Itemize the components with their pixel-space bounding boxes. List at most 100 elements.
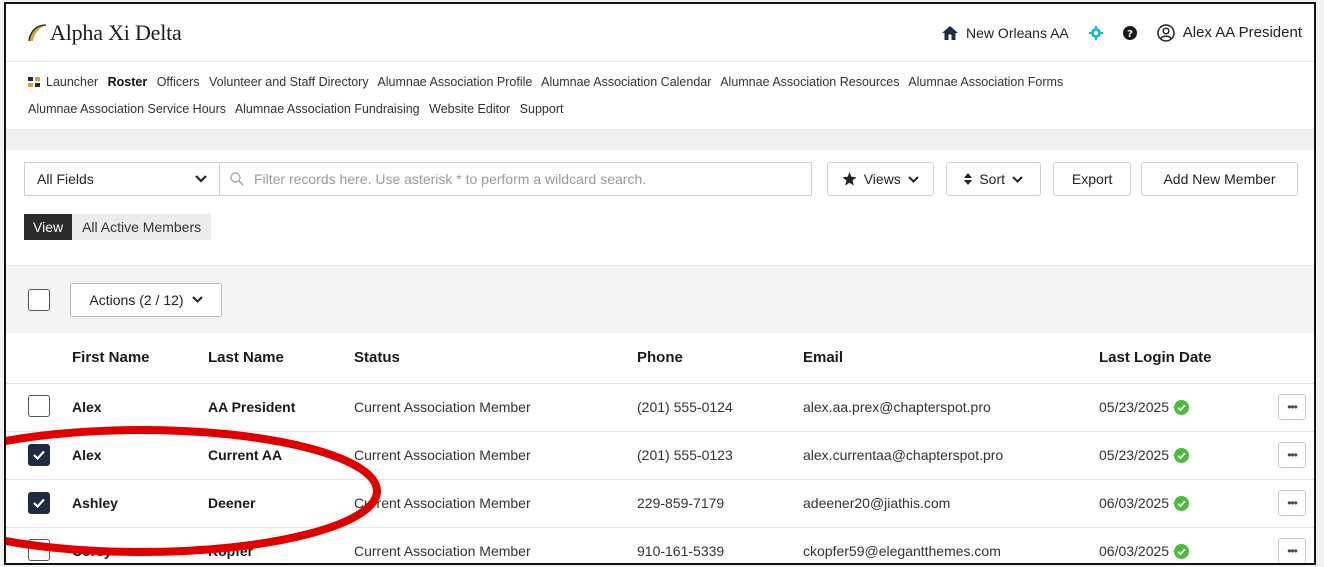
header-last-name[interactable]: Last Name [208,333,354,384]
nav-fundraising[interactable]: Alumnae Association Fundraising [235,102,420,116]
cell-first-name: Ashley [72,479,208,528]
search-input[interactable] [253,171,784,187]
row-checkbox[interactable] [28,394,50,417]
header-actions: New Orleans AA ? Alex AA President [942,23,1302,42]
nav-association-forms[interactable]: Alumnae Association Forms [908,75,1063,89]
actions-dropdown[interactable]: Actions (2 / 12) [70,282,222,317]
cell-email[interactable]: alex.currentaa@chapterspot.pro [803,431,1099,480]
sort-label: Sort [979,171,1006,187]
cell-last-login: 05/23/2025 [1099,447,1170,463]
table-row[interactable]: Ashley Deener Current Association Member… [6,479,1314,528]
cell-status: Current Association Member [354,527,637,563]
chevron-down-icon [908,175,919,183]
actions-label: Actions (2 / 12) [89,291,184,308]
main-nav: Launcher Roster Officers Volunteer and S… [6,62,1314,130]
brand-logo[interactable]: Alpha Xi Delta [26,20,182,46]
row-more-button[interactable]: ••• [1278,394,1306,420]
nav-association-profile[interactable]: Alumnae Association Profile [377,75,532,89]
cell-last-login: 05/23/2025 [1099,399,1170,415]
cell-last-login: 06/03/2025 [1099,495,1170,511]
svg-text:?: ? [1127,29,1133,40]
nav-label: Launcher [46,75,99,89]
nav-launcher[interactable]: Launcher [28,75,98,89]
gear-icon[interactable] [1088,25,1103,40]
launcher-grid-icon [28,77,40,87]
views-button[interactable]: Views [826,162,934,196]
nav-association-calendar[interactable]: Alumnae Association Calendar [541,75,711,89]
nav-roster[interactable]: Roster [108,75,148,89]
roster-toolbar: All Fields Views Sort Export Add New Mem… [6,150,1314,265]
table-row[interactable]: Alex AA President Current Association Me… [6,383,1314,432]
field-select[interactable]: All Fields [24,162,219,196]
header-status[interactable]: Status [354,333,637,384]
chevron-down-icon [191,296,203,303]
view-tag: View [24,214,73,240]
checkmark-icon [33,450,45,460]
select-all-checkbox[interactable] [28,288,50,311]
cell-last-name: Kopfer [208,527,354,563]
nav-directory[interactable]: Volunteer and Staff Directory [209,75,369,89]
bulk-actions-bar: Actions (2 / 12) [6,265,1314,333]
chapter-switcher[interactable]: New Orleans AA [942,25,1069,41]
cell-first-name: Corey [72,527,208,563]
row-checkbox[interactable] [28,538,50,561]
section-divider [6,130,1314,150]
nav-officers[interactable]: Officers [157,75,200,89]
nav-website-editor[interactable]: Website Editor [429,102,510,116]
check-circle-icon [1174,495,1190,511]
header-phone[interactable]: Phone [637,333,803,384]
nav-service-hours[interactable]: Alumnae Association Service Hours [28,102,226,116]
app-frame: Alpha Xi Delta New Orleans AA ? Alex AA … [4,2,1316,565]
cell-last-login: 06/03/2025 [1099,543,1170,559]
header-first-name[interactable]: First Name [72,333,208,384]
row-checkbox[interactable] [28,492,50,514]
row-more-button[interactable]: ••• [1278,442,1306,468]
search-icon [230,172,244,186]
check-circle-icon [1174,543,1190,559]
cell-email[interactable]: ckopfer59@elegantthemes.com [803,527,1099,563]
view-name[interactable]: All Active Members [72,214,212,240]
chevron-down-icon [195,175,207,183]
home-icon [942,25,959,40]
export-button[interactable]: Export [1053,162,1131,196]
add-label: Add New Member [1163,171,1276,187]
add-new-member-button[interactable]: Add New Member [1140,162,1299,196]
user-menu[interactable]: Alex AA President [1157,23,1302,42]
cell-email[interactable]: alex.aa.prex@chapterspot.pro [803,383,1099,432]
header-email[interactable]: Email [803,333,1099,384]
cell-phone: (201) 555-0124 [637,383,803,432]
sort-button[interactable]: Sort [945,162,1042,196]
row-more-button[interactable]: ••• [1278,538,1306,563]
nav-support[interactable]: Support [520,102,564,116]
star-icon [842,172,857,186]
roster-table: First Name Last Name Status Phone Email … [6,333,1314,563]
search-box [218,162,812,196]
user-name: Alex AA President [1182,24,1302,41]
cell-email[interactable]: adeener20@jiathis.com [803,479,1099,528]
cell-last-name: Current AA [208,431,354,480]
table-row[interactable]: Alex Current AA Current Association Memb… [6,431,1314,480]
chevron-down-icon [1012,175,1023,183]
cell-status: Current Association Member [354,431,637,480]
cell-status: Current Association Member [354,479,637,528]
help-icon[interactable]: ? [1122,25,1137,40]
check-circle-icon [1174,447,1190,463]
top-header: Alpha Xi Delta New Orleans AA ? Alex AA … [6,4,1314,62]
nav-association-resources[interactable]: Alumnae Association Resources [720,75,899,89]
cell-phone: 229-859-7179 [637,479,803,528]
field-select-value: All Fields [37,171,94,187]
row-checkbox[interactable] [28,444,50,466]
user-avatar-icon [1157,23,1175,42]
cell-first-name: Alex [72,383,208,432]
table-header-row: First Name Last Name Status Phone Email … [6,333,1314,384]
row-more-button[interactable]: ••• [1278,490,1306,516]
cell-status: Current Association Member [354,383,637,432]
cell-last-name: AA President [208,383,354,432]
header-last-login[interactable]: Last Login Date [1099,333,1259,384]
chapter-name: New Orleans AA [966,24,1069,41]
sort-icon [964,173,973,185]
cell-first-name: Alex [72,431,208,480]
table-row[interactable]: Corey Kopfer Current Association Member … [6,527,1314,563]
crescent-logo-icon [28,23,47,41]
checkmark-icon [33,498,45,508]
